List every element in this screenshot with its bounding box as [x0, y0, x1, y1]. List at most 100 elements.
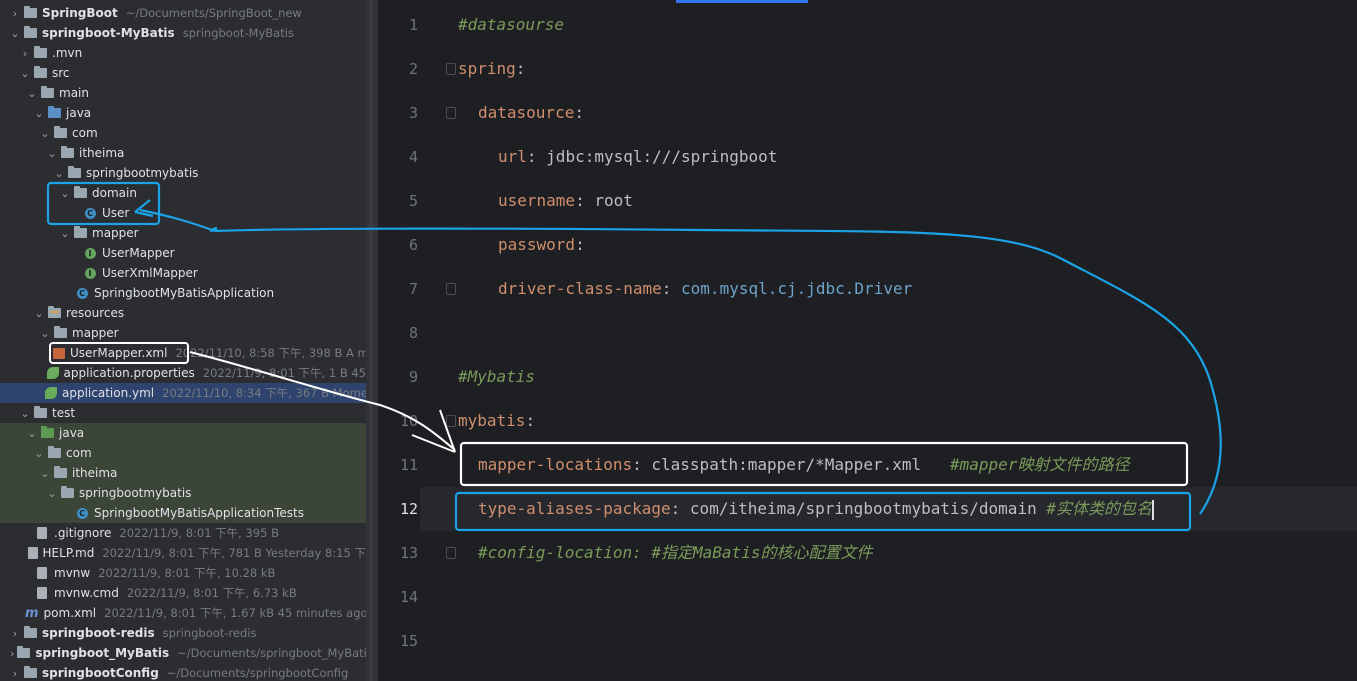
chevron-down-icon[interactable]: ⌄: [54, 167, 64, 180]
tree-item-usermapper[interactable]: I UserMapper: [0, 243, 366, 263]
tree-item-itheima[interactable]: ⌄ itheima: [0, 143, 366, 163]
tree-item-mvn[interactable]: › .mvn: [0, 43, 366, 63]
tree-item-test-com[interactable]: ⌄ com: [0, 443, 366, 463]
tree-item-label: SpringBoot: [42, 6, 118, 20]
tree-item-meta: 2022/11/9, 8:01 下午, 781 B Yesterday 8:15…: [102, 546, 366, 560]
tree-item-main[interactable]: ⌄ main: [0, 83, 366, 103]
chevron-down-icon[interactable]: ⌄: [60, 187, 70, 200]
tree-item-mvnw-cmd[interactable]: mvnw.cmd 2022/11/9, 8:01 下午, 6.73 kB: [0, 583, 366, 603]
tree-item-springbootmybatisapplicationtests[interactable]: C SpringbootMyBatisApplicationTests: [0, 503, 366, 523]
tree-item-help-md[interactable]: HELP.md 2022/11/9, 8:01 下午, 781 B Yester…: [0, 543, 366, 563]
fold-marker-icon[interactable]: [446, 107, 456, 119]
chevron-right-icon[interactable]: ›: [20, 47, 30, 60]
tree-item-meta: ~/Documents/springbootConfig: [166, 666, 349, 680]
line-number-current: 12: [399, 500, 418, 518]
chevron-down-icon[interactable]: ⌄: [27, 87, 37, 100]
tree-item-springboot-mybatis-2[interactable]: › springboot_MyBatis ~/Documents/springb…: [0, 643, 366, 663]
interface-icon: I: [83, 247, 97, 259]
tree-item-label: UserMapper.xml: [70, 346, 168, 360]
code-line-6: password:: [458, 223, 585, 267]
tree-item-java[interactable]: ⌄ java: [0, 103, 366, 123]
tree-item-springbootmybatis[interactable]: ⌄ springbootmybatis: [0, 163, 366, 183]
yaml-key: driver-class-name: [498, 279, 662, 298]
code-line-9: #Mybatis: [458, 355, 535, 399]
folder-icon: [33, 66, 47, 79]
tree-item-application-yml[interactable]: application.yml 2022/11/10, 8:34 下午, 367…: [0, 383, 366, 403]
tree-item-test-springbootmybatis[interactable]: ⌄ springbootmybatis: [0, 483, 366, 503]
chevron-right-icon[interactable]: ›: [10, 627, 20, 640]
file-icon: [35, 587, 49, 599]
chevron-down-icon[interactable]: ⌄: [40, 127, 50, 140]
chevron-down-icon[interactable]: ⌄: [47, 147, 57, 160]
tree-item-label: domain: [92, 186, 137, 200]
tree-item-userxmlmapper[interactable]: I UserXmlMapper: [0, 263, 366, 283]
chevron-down-icon[interactable]: ⌄: [20, 67, 30, 80]
tree-item-com[interactable]: ⌄ com: [0, 123, 366, 143]
tree-item-label: com: [66, 446, 92, 460]
tree-item-test[interactable]: ⌄ test: [0, 403, 366, 423]
tree-item-label: .mvn: [52, 46, 83, 60]
tree-item-meta: 2022/11/9, 8:01 下午, 10.28 kB: [98, 566, 276, 580]
tree-item-usermapper-xml[interactable]: UserMapper.xml 2022/11/10, 8:58 下午, 398 …: [0, 343, 366, 363]
tree-item-label: com: [72, 126, 98, 140]
tree-item-src[interactable]: ⌄ src: [0, 63, 366, 83]
tree-item-label: User: [102, 206, 130, 220]
chevron-right-icon[interactable]: ›: [10, 647, 14, 660]
tree-item-mvnw[interactable]: mvnw 2022/11/9, 8:01 下午, 10.28 kB: [0, 563, 366, 583]
tree-item-test-java[interactable]: ⌄ java: [0, 423, 366, 443]
fold-marker-icon[interactable]: [446, 547, 456, 559]
panel-splitter[interactable]: [366, 0, 378, 681]
fold-marker-icon[interactable]: [446, 415, 456, 427]
tree-item-test-itheima[interactable]: ⌄ itheima: [0, 463, 366, 483]
yaml-key: type-aliases-package: [478, 499, 671, 518]
class-icon: C: [83, 207, 97, 219]
tree-item-resources[interactable]: ⌄ resources: [0, 303, 366, 323]
tree-item-springboot[interactable]: › SpringBoot ~/Documents/SpringBoot_new: [0, 3, 366, 23]
tree-item-mapper-folder[interactable]: ⌄ mapper: [0, 323, 366, 343]
fold-marker-icon[interactable]: [446, 63, 456, 75]
chevron-right-icon[interactable]: ›: [10, 7, 20, 20]
code-line-12: type-aliases-package: com/itheima/spring…: [458, 487, 1154, 531]
interface-icon: I: [83, 267, 97, 279]
comment: #config-location: #指定MaBatis的核心配置文件: [478, 543, 873, 562]
chevron-down-icon[interactable]: ⌄: [10, 27, 20, 40]
tree-item-application-properties[interactable]: application.properties 2022/11/9, 8:01 下…: [0, 363, 366, 383]
line-number: 5: [408, 192, 418, 210]
tree-item-meta: 2022/11/9, 8:01 下午, 1 B 45: [202, 366, 366, 380]
line-number: 9: [408, 368, 418, 386]
comment: #datasourse: [458, 15, 564, 34]
tree-item-pom-xml[interactable]: m pom.xml 2022/11/9, 8:01 下午, 1.67 kB 45…: [0, 603, 366, 623]
chevron-down-icon[interactable]: ⌄: [60, 227, 70, 240]
chevron-down-icon[interactable]: ⌄: [40, 467, 50, 480]
package-icon: [47, 446, 61, 459]
tree-item-springboot-redis[interactable]: › springboot-redis springboot-redis: [0, 623, 366, 643]
code-line-5: username: root: [458, 179, 633, 223]
tree-item-user[interactable]: C User: [0, 203, 366, 223]
chevron-down-icon[interactable]: ⌄: [47, 487, 57, 500]
folder-icon: [23, 6, 37, 19]
chevron-down-icon[interactable]: ⌄: [40, 327, 50, 340]
tree-item-meta: ~/Documents/springboot_MyBatis: [177, 646, 366, 660]
tree-item-label: application.properties: [63, 366, 195, 380]
fold-marker-icon[interactable]: [446, 283, 456, 295]
tree-item-label: springbootmybatis: [79, 486, 192, 500]
tree-item-springbootconfig[interactable]: › springbootConfig ~/Documents/springboo…: [0, 663, 366, 681]
line-number: 3: [408, 104, 418, 122]
chevron-down-icon[interactable]: ⌄: [27, 427, 37, 440]
tree-item-domain[interactable]: ⌄ domain: [0, 183, 366, 203]
line-number: 4: [408, 148, 418, 166]
chevron-down-icon[interactable]: ⌄: [34, 107, 44, 120]
tree-item-mapper-package[interactable]: ⌄ mapper: [0, 223, 366, 243]
chevron-down-icon[interactable]: ⌄: [34, 447, 44, 460]
tree-item-springboot-mybatis[interactable]: ⌄ springboot-MyBatis springboot-MyBatis: [0, 23, 366, 43]
tree-item-springbootmybatisapplication[interactable]: C SpringbootMyBatisApplication: [0, 283, 366, 303]
chevron-down-icon[interactable]: ⌄: [20, 407, 30, 420]
code-editor[interactable]: 1 2 3 4 5 6 7 8 9 10 11 12 13 14 15 #dat…: [378, 0, 1357, 681]
chevron-right-icon[interactable]: ›: [10, 667, 20, 680]
chevron-down-icon[interactable]: ⌄: [34, 307, 44, 320]
comment: #Mybatis: [458, 367, 536, 386]
tree-item-gitignore[interactable]: .gitignore 2022/11/9, 8:01 下午, 395 B: [0, 523, 366, 543]
code-line-2: spring:: [458, 47, 525, 91]
tree-item-meta: 2022/11/9, 8:01 下午, 395 B: [119, 526, 279, 540]
line-number: 2: [408, 60, 418, 78]
